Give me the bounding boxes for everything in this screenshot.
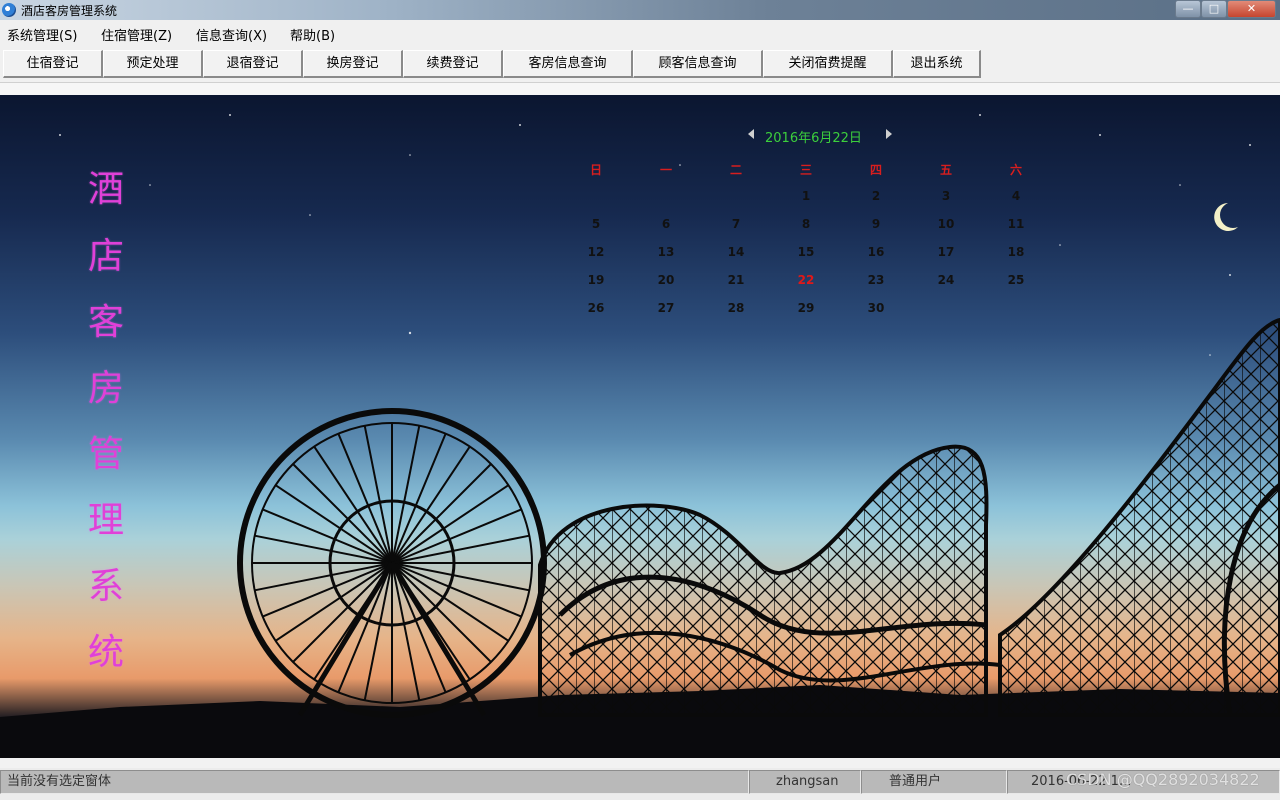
calendar-day[interactable]: 26 [571, 301, 621, 315]
calendar-title[interactable]: 2016年6月22日 [765, 127, 885, 146]
calendar-weekday: 日 [589, 163, 602, 177]
close-fee-reminder-button[interactable]: 关闭宿费提醒 [763, 50, 893, 78]
close-button[interactable]: ✕ [1227, 0, 1276, 18]
title-char: 系 [87, 566, 124, 607]
title-char: 客 [87, 302, 124, 343]
room-query-button[interactable]: 客房信息查询 [503, 50, 633, 78]
calendar-day[interactable]: 3 [921, 189, 971, 203]
roller-coaster [538, 317, 1280, 717]
toolbar-divider [0, 83, 1280, 95]
next-month-arrow-icon[interactable] [886, 129, 892, 139]
calendar-weekday: 五 [939, 163, 952, 177]
menu-lodging[interactable]: 住宿管理(Z) [101, 25, 172, 44]
title-char: 酒 [87, 169, 124, 210]
calendar-day[interactable]: 6 [641, 217, 691, 231]
status-user: zhangsan [749, 770, 861, 794]
checkin-button[interactable]: 住宿登记 [3, 50, 103, 78]
calendar-day[interactable]: 24 [921, 273, 971, 287]
calendar-day-selected[interactable]: 22 [781, 273, 831, 287]
ferris-wheel [237, 408, 547, 718]
reservation-button[interactable]: 预定处理 [103, 50, 203, 78]
calendar-day[interactable]: 15 [781, 245, 831, 259]
checkout-button[interactable]: 退宿登记 [203, 50, 303, 78]
calendar-day[interactable]: 10 [921, 217, 971, 231]
calendar-day[interactable]: 19 [571, 273, 621, 287]
title-char: 统 [87, 632, 124, 673]
exit-system-button[interactable]: 退出系统 [893, 50, 981, 78]
calendar-day[interactable]: 14 [711, 245, 761, 259]
calendar-day[interactable]: 7 [711, 217, 761, 231]
maximize-button[interactable]: □ [1201, 0, 1227, 18]
calendar-header: 2016年6月22日 [570, 127, 1040, 147]
calendar-day[interactable]: 28 [711, 301, 761, 315]
calendar-day[interactable]: 1 [781, 189, 831, 203]
calendar-weekday: 六 [1009, 163, 1022, 177]
calendar-day[interactable]: 4 [991, 189, 1041, 203]
title-char: 管 [87, 434, 124, 475]
app-icon [2, 3, 16, 17]
change-room-button[interactable]: 换房登记 [303, 50, 403, 78]
calendar-weekday: 四 [869, 163, 882, 177]
calendar-day[interactable]: 20 [641, 273, 691, 287]
calendar-day[interactable]: 25 [991, 273, 1041, 287]
toolbar: 住宿登记 预定处理 退宿登记 换房登记 续费登记 客房信息查询 顾客信息查询 关… [0, 46, 1280, 83]
calendar-day[interactable]: 21 [711, 273, 761, 287]
menu-query[interactable]: 信息查询(X) [196, 25, 267, 44]
calendar-day[interactable]: 5 [571, 217, 621, 231]
menu-help[interactable]: 帮助(B) [290, 25, 335, 44]
calendar-day[interactable]: 8 [781, 217, 831, 231]
status-role: 普通用户 [861, 770, 1007, 794]
calendar-day[interactable]: 13 [641, 245, 691, 259]
watermark: CSDN @QQ2892034822 [1066, 770, 1260, 789]
calendar-weekday: 二 [729, 163, 742, 177]
calendar-day[interactable]: 27 [641, 301, 691, 315]
minimize-button[interactable]: — [1175, 0, 1201, 18]
calendar-day[interactable]: 12 [571, 245, 621, 259]
menu-bar: 系统管理(S) 住宿管理(Z) 信息查询(X) 帮助(B) [0, 20, 1280, 46]
renew-button[interactable]: 续费登记 [403, 50, 503, 78]
calendar-day[interactable]: 17 [921, 245, 971, 259]
window-title: 酒店客房管理系统 [21, 4, 118, 18]
calendar-day[interactable]: 2 [851, 189, 901, 203]
title-char: 店 [87, 236, 124, 277]
calendar-weekday: 一 [659, 163, 672, 177]
guest-query-button[interactable]: 顾客信息查询 [633, 50, 763, 78]
calendar-day[interactable]: 9 [851, 217, 901, 231]
calendar-weekday: 三 [799, 163, 812, 177]
calendar-day[interactable]: 23 [851, 273, 901, 287]
background-scene: 酒 店 客 房 管 理 系 统 2016年6月22日 日一二三四五六123456… [0, 95, 1280, 758]
calendar-day[interactable]: 29 [781, 301, 831, 315]
status-message: 当前没有选定窗体 [0, 770, 749, 794]
calendar-day[interactable]: 30 [851, 301, 901, 315]
title-char: 房 [87, 368, 124, 409]
title-bar: 酒店客房管理系统 — □ ✕ [0, 0, 1280, 20]
calendar-day[interactable]: 16 [851, 245, 901, 259]
calendar-day[interactable]: 11 [991, 217, 1041, 231]
moon-icon [1214, 203, 1238, 231]
title-char: 理 [87, 500, 124, 541]
month-calendar: 2016年6月22日 日一二三四五六 1 2 3 4 5 6 7 8 9 10 11 12 13 14 15 1… [570, 123, 1040, 323]
menu-system[interactable]: 系统管理(S) [7, 25, 77, 44]
prev-month-arrow-icon[interactable] [748, 129, 754, 139]
calendar-day[interactable]: 18 [991, 245, 1041, 259]
